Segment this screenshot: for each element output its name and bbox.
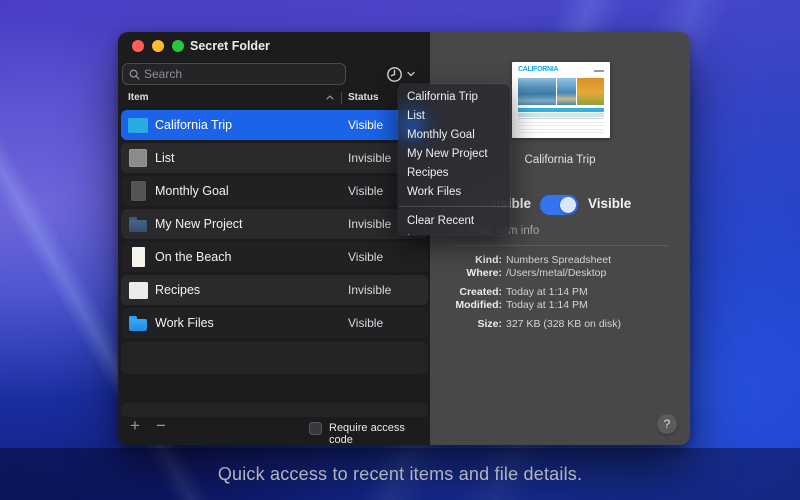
file-preview-thumbnail[interactable]: CALIFORNIA [512,62,610,138]
item-list: California Trip Visible List Invisible Month… [121,110,428,341]
book-olive-icon [128,279,148,301]
item-name: List [155,151,175,165]
item-status: Invisible [348,283,392,297]
item-status: Visible [348,118,384,132]
search-input[interactable] [144,67,339,81]
menu-item[interactable]: Monthly Goal [398,126,510,145]
column-divider [341,92,342,104]
table-row[interactable]: List Invisible [121,143,428,173]
info-value: Today at 1:14 PM [506,298,588,311]
require-access-code-label: Require access code [329,422,405,446]
table-row[interactable]: California Trip Visible [121,110,428,140]
item-name: Work Files [155,316,214,330]
info-label: Created: [459,286,502,298]
close-button[interactable] [132,40,144,52]
item-list-panel: Secret Folder I [118,32,430,446]
minimize-button[interactable] [152,40,164,52]
require-access-code-checkbox[interactable] [309,422,322,435]
item-name: My New Project [155,217,243,231]
window-title: Secret Folder [190,39,270,53]
doc-photos-icon [128,114,148,136]
folder-dark-icon [128,213,148,235]
preview-doc-title: CALIFORNIA [518,66,559,73]
menu-item[interactable]: List [398,107,510,126]
info-value: 327 KB (328 KB on disk) [506,318,621,330]
preview-photo-coast [518,78,557,105]
chart-doc-icon [128,180,148,202]
item-status: Visible [348,184,384,198]
info-row: Kind: Numbers Spreadsheet [430,254,680,267]
item-status: Visible [348,316,384,330]
caption-text: Quick access to recent items and file de… [217,463,583,484]
add-item-button[interactable]: + [130,416,140,436]
item-name: On the Beach [155,250,232,264]
toggle-knob [560,197,576,213]
menu-item-clear-recent[interactable]: Clear Recent Items [398,212,510,235]
recent-items-button[interactable] [386,63,415,85]
preview-photos [518,78,604,105]
toggle-on-label: Visible [588,196,632,211]
info-row: Modified: Today at 1:14 PM [430,299,680,312]
menu-items-container: California Trip List Monthly Goal My New Pr… [398,88,510,202]
item-status: Invisible [348,151,392,165]
menu-item[interactable]: Recipes [398,164,510,183]
search-icon [129,69,140,80]
preview-spreadsheet-table [518,108,604,133]
visibility-toggle[interactable] [540,195,578,215]
table-row[interactable]: On the Beach Visible [121,242,428,272]
titlebar: Secret Folder [118,32,430,60]
item-status: Visible [348,250,384,264]
item-name: Monthly Goal [155,184,229,198]
info-row: Created: Today at 1:14 PM [430,286,680,299]
info-value: /Users/metal/Desktop [506,266,607,279]
menu-item[interactable]: California Trip [398,88,510,107]
zoom-button[interactable] [172,40,184,52]
help-button[interactable]: ? [657,414,677,434]
item-name: Recipes [155,283,201,297]
column-header-item[interactable]: Item [128,92,149,103]
info-label: Where: [466,266,502,279]
info-value: Numbers Spreadsheet [506,254,612,266]
item-name: California Trip [155,118,233,132]
item-status: Invisible [348,217,392,231]
info-label: Size: [477,318,502,330]
info-label: Modified: [455,298,502,311]
remove-item-button[interactable]: − [156,416,166,436]
info-label: Kind: [475,254,502,266]
table-row[interactable]: Recipes Invisible [121,275,428,305]
sort-ascending-icon [326,95,334,100]
photo-beach-icon [128,246,148,268]
menu-separator [399,206,509,207]
table-row[interactable]: Work Files Visible [121,308,428,338]
column-header-status[interactable]: Status [348,92,379,103]
folder-blue-icon [128,312,148,334]
clock-icon [387,66,402,82]
table-row[interactable]: My New Project Invisible [121,209,428,239]
chevron-down-icon [407,71,415,77]
info-row: Size: 327 KB (328 KB on disk) [430,318,680,331]
list-footer: + − Require access code [118,415,430,446]
item-info: Kind: Numbers Spreadsheet Where: /Users/met… [430,254,680,331]
info-row: Where: /Users/metal/Desktop [430,267,680,280]
info-separator [454,245,668,246]
caption-band: Quick access to recent items and file de… [0,448,800,500]
menu-item[interactable]: My New Project [398,145,510,164]
recent-items-menu: California Trip List Monthly Goal My New Pr… [398,84,510,235]
preview-photo-poppies [576,78,604,105]
table-row[interactable]: Monthly Goal Visible [121,176,428,206]
search-input-wrap [122,63,346,85]
info-value: Today at 1:14 PM [506,286,588,298]
gray-square-icon [128,147,148,169]
table-header: Item Status [118,90,430,108]
preview-doc-badge [594,70,604,72]
empty-row-area [121,342,428,374]
preview-photo-lighthouse [557,78,576,105]
menu-item[interactable]: Work Files [398,183,510,202]
